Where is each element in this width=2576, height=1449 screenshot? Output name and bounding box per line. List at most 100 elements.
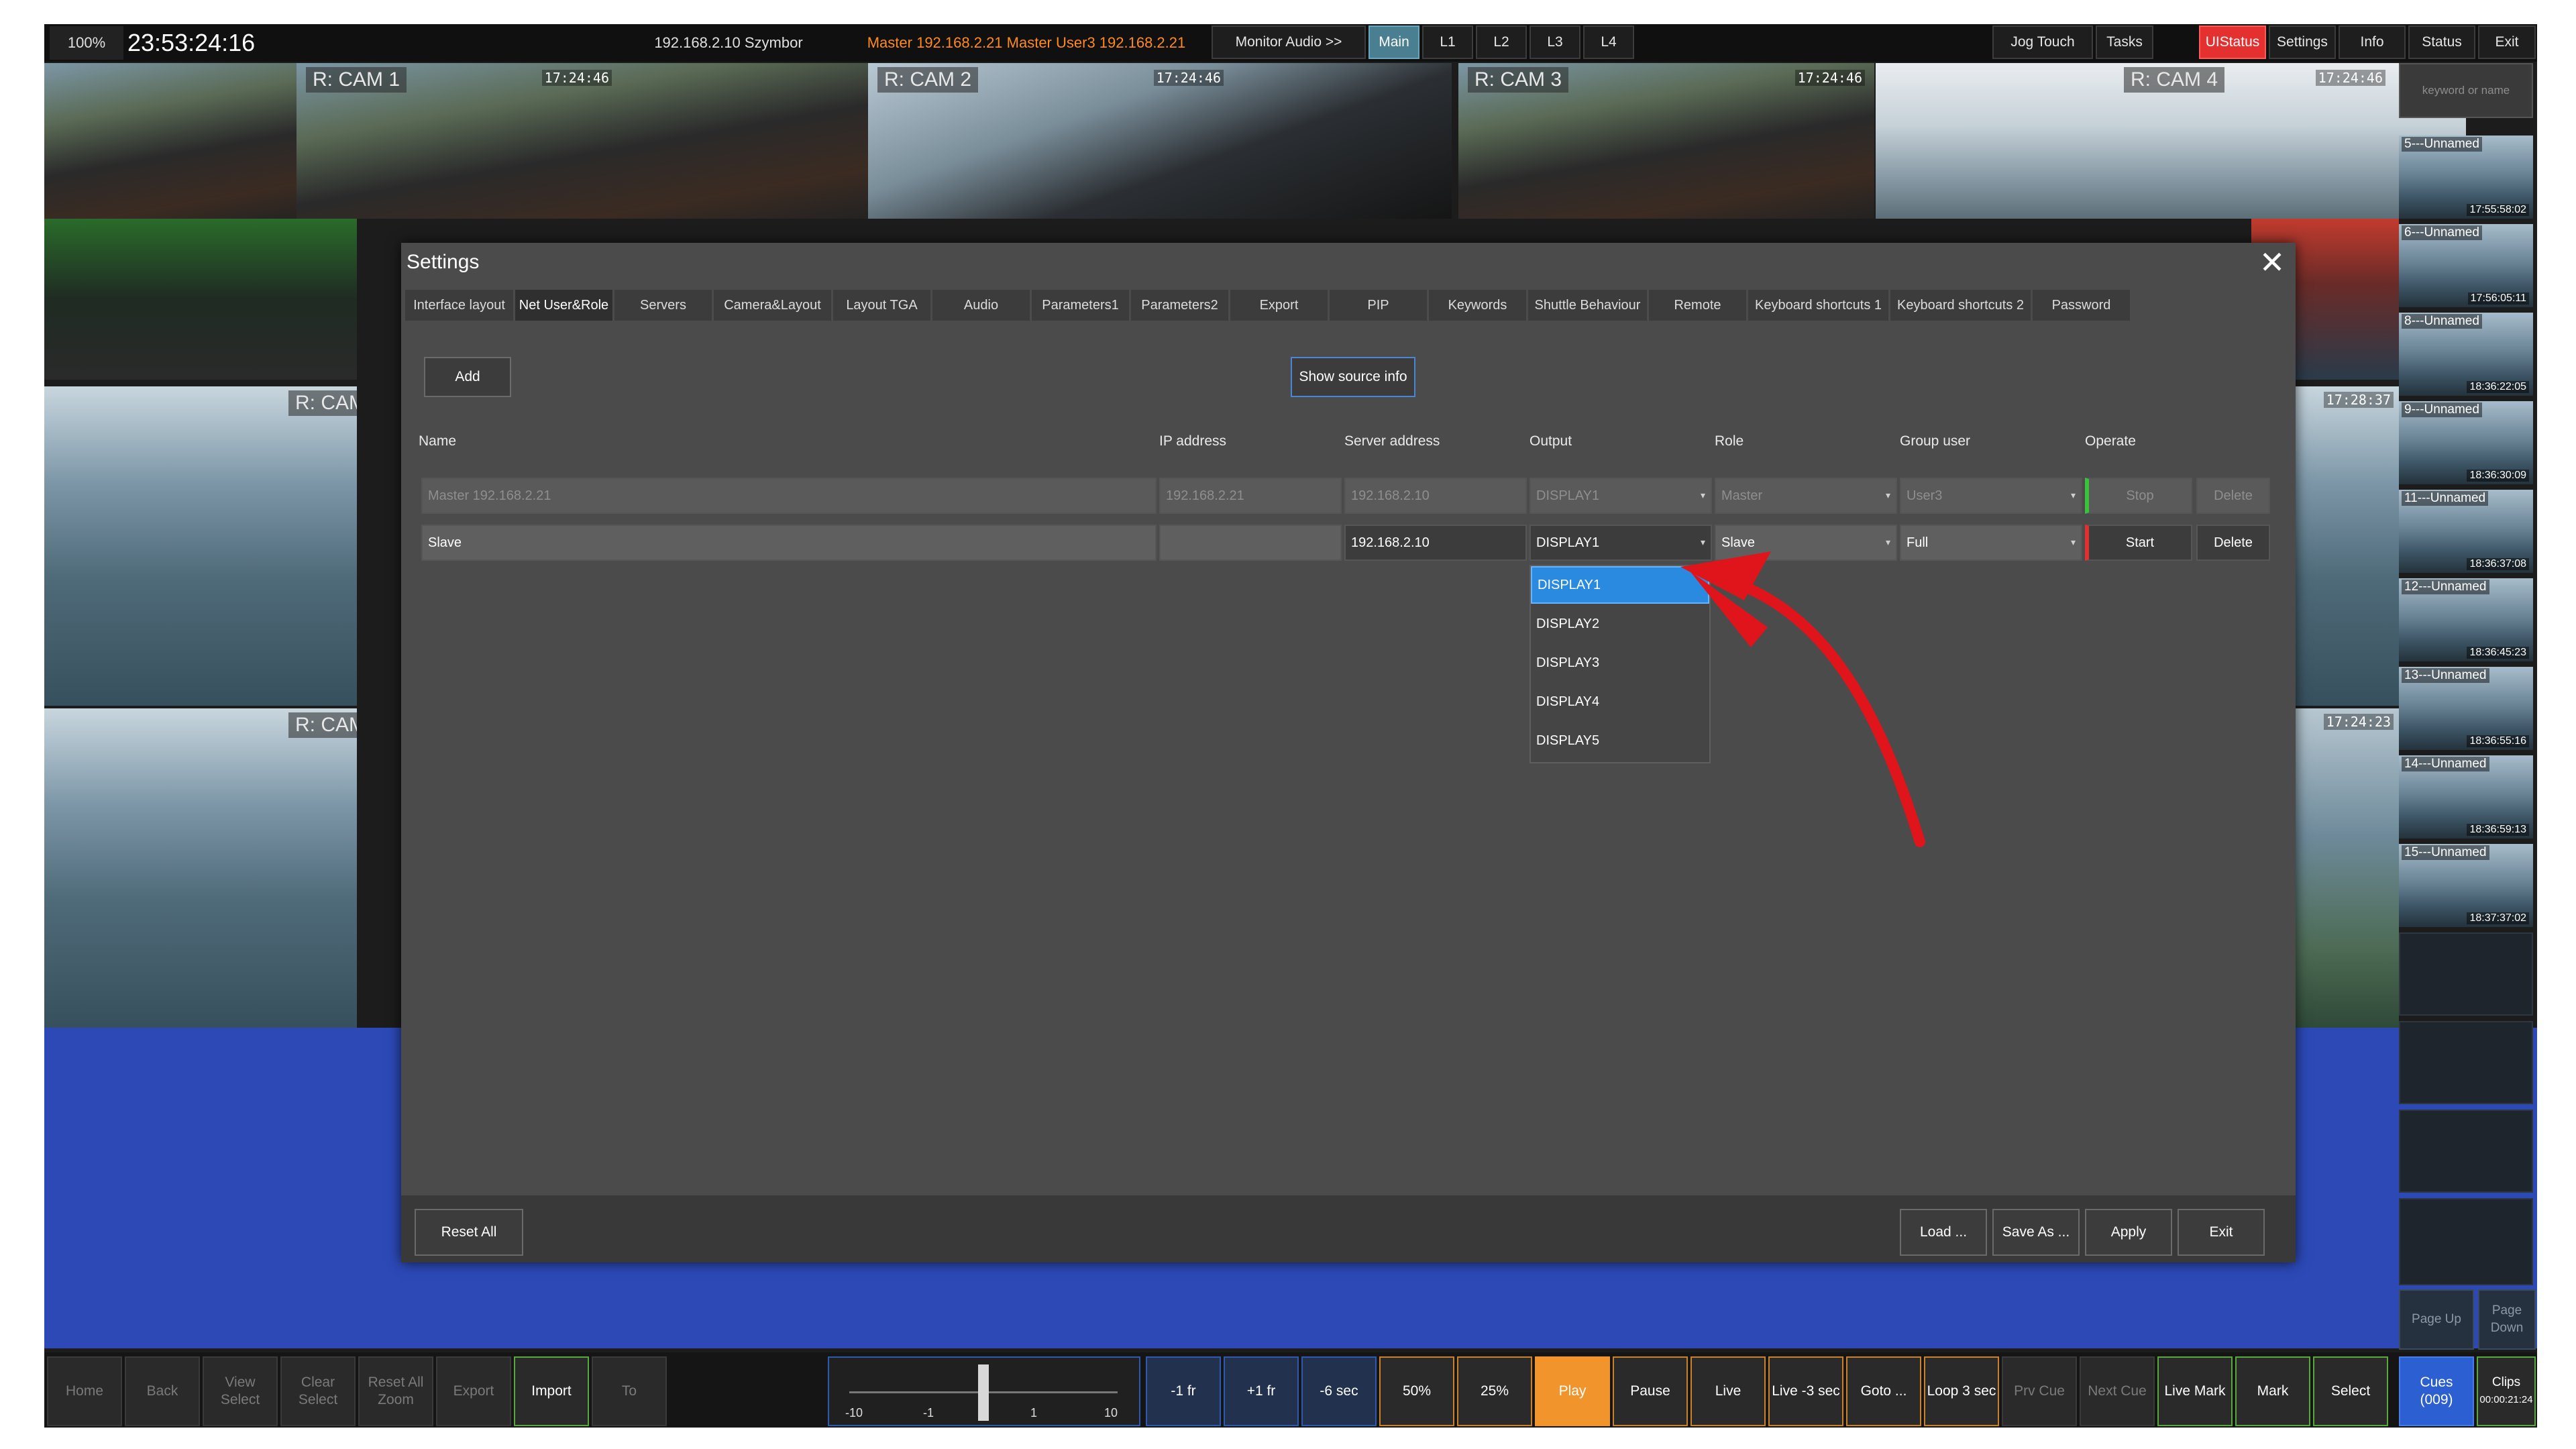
clip-slot-empty[interactable]: [2399, 1110, 2533, 1193]
back-button[interactable]: Back: [125, 1356, 200, 1426]
output-option-display4[interactable]: DISPLAY4: [1531, 683, 1709, 720]
close-icon[interactable]: ✕: [2255, 245, 2289, 280]
clip-item[interactable]: 14---Unnamed 18:36:59:13: [2399, 755, 2533, 839]
mark-button[interactable]: Mark: [2235, 1356, 2310, 1426]
loop-3-sec-button[interactable]: Loop 3 sec: [1924, 1356, 1999, 1426]
feed-left-top-extra[interactable]: [44, 63, 337, 219]
feed-cam1[interactable]: R: CAM 1 17:24:46: [297, 63, 880, 219]
clip-item[interactable]: 9---Unnamed 18:36:30:09: [2399, 401, 2533, 484]
tab-net-user-role[interactable]: Net User&Role: [515, 290, 614, 321]
tab-password[interactable]: Password: [2033, 290, 2132, 321]
clip-slot-empty[interactable]: [2399, 932, 2533, 1016]
jog-touch-button[interactable]: Jog Touch: [1992, 25, 2093, 59]
output-option-display1[interactable]: DISPLAY1: [1531, 566, 1709, 604]
feed-left-2[interactable]: R: CAM: [44, 386, 357, 706]
minus-1-frame-button[interactable]: -1 fr: [1146, 1356, 1221, 1426]
feed-cam4[interactable]: R: CAM 4 17:24:46: [1876, 63, 2466, 219]
info-button[interactable]: Info: [2339, 25, 2406, 59]
tab-interface-layout[interactable]: Interface layout: [405, 290, 515, 321]
layout-l1-button[interactable]: L1: [1422, 25, 1473, 59]
layout-l2-button[interactable]: L2: [1476, 25, 1527, 59]
tab-camera-layout[interactable]: Camera&Layout: [714, 290, 833, 321]
uistatus-button[interactable]: UIStatus: [2199, 25, 2266, 59]
export-button[interactable]: Export: [436, 1356, 511, 1426]
row-master-stop-button[interactable]: Stop: [2085, 478, 2192, 514]
live-button[interactable]: Live: [1690, 1356, 1766, 1426]
row-slave-start-button[interactable]: Start: [2085, 525, 2192, 561]
tab-pip[interactable]: PIP: [1330, 290, 1429, 321]
tab-parameters1[interactable]: Parameters1: [1032, 290, 1131, 321]
tab-keyboard-shortcuts-1[interactable]: Keyboard shortcuts 1: [1748, 290, 1890, 321]
row-slave-role-select[interactable]: Slave ▾: [1715, 525, 1897, 561]
jog-handle[interactable]: [978, 1364, 989, 1421]
speed-50-button[interactable]: 50%: [1379, 1356, 1454, 1426]
to-button[interactable]: To: [592, 1356, 667, 1426]
clip-item[interactable]: 6---Unnamed 17:56:05:11: [2399, 224, 2533, 307]
live-minus-3-sec-button[interactable]: Live -3 sec: [1768, 1356, 1843, 1426]
feed-cam2[interactable]: R: CAM 2 17:24:46: [868, 63, 1452, 219]
reset-all-zoom-button[interactable]: Reset All Zoom: [358, 1356, 433, 1426]
add-user-button[interactable]: Add: [424, 357, 511, 397]
clip-item[interactable]: 13---Unnamed 18:36:55:16: [2399, 667, 2533, 750]
apply-button[interactable]: Apply: [2085, 1209, 2172, 1256]
row-slave-delete-button[interactable]: Delete: [2196, 525, 2270, 561]
tab-keyboard-shortcuts-2[interactable]: Keyboard shortcuts 2: [1890, 290, 2033, 321]
clip-item[interactable]: 11---Unnamed 18:36:37:08: [2399, 490, 2533, 573]
cues-button[interactable]: Cues (009): [2399, 1356, 2474, 1426]
home-button[interactable]: Home: [47, 1356, 122, 1426]
status-button[interactable]: Status: [2408, 25, 2475, 59]
pause-button[interactable]: Pause: [1613, 1356, 1688, 1426]
clip-item[interactable]: 8---Unnamed 18:36:22:05: [2399, 313, 2533, 396]
main-layout-button[interactable]: Main: [1368, 25, 1419, 59]
tasks-button[interactable]: Tasks: [2096, 25, 2153, 59]
output-option-display3[interactable]: DISPLAY3: [1531, 644, 1709, 682]
clip-item[interactable]: 12---Unnamed 18:36:45:23: [2399, 578, 2533, 661]
tab-remote[interactable]: Remote: [1649, 290, 1748, 321]
clip-slot-empty[interactable]: [2399, 1198, 2533, 1285]
goto-button[interactable]: Goto ...: [1846, 1356, 1921, 1426]
monitor-audio-button[interactable]: Monitor Audio >>: [1212, 25, 1366, 59]
output-option-display5[interactable]: DISPLAY5: [1531, 722, 1709, 759]
jog-shuttle-slider[interactable]: -10 -1 1 10: [828, 1356, 1140, 1426]
row-slave-group-select[interactable]: Full ▾: [1900, 525, 2082, 561]
row-slave-server-field[interactable]: 192.168.2.10: [1344, 525, 1527, 561]
feed-left-3[interactable]: R: CAM: [44, 708, 357, 1028]
import-button[interactable]: Import: [514, 1356, 589, 1426]
clear-select-button[interactable]: Clear Select: [280, 1356, 356, 1426]
feed-cam3[interactable]: R: CAM 3 17:24:46: [1458, 63, 1874, 219]
tab-layout-tga[interactable]: Layout TGA: [833, 290, 932, 321]
show-source-info-button[interactable]: Show source info: [1291, 357, 1415, 397]
page-down-button[interactable]: Page Down: [2478, 1289, 2536, 1350]
page-up-button[interactable]: Page Up: [2399, 1289, 2474, 1350]
layout-l4-button[interactable]: L4: [1583, 25, 1634, 59]
next-cue-button[interactable]: Next Cue: [2080, 1356, 2155, 1426]
tab-keywords[interactable]: Keywords: [1429, 290, 1528, 321]
load-button[interactable]: Load ...: [1900, 1209, 1987, 1256]
tab-export[interactable]: Export: [1230, 290, 1330, 321]
row-master-delete-button[interactable]: Delete: [2196, 478, 2270, 514]
save-as-button[interactable]: Save As ...: [1992, 1209, 2080, 1256]
layout-l3-button[interactable]: L3: [1529, 25, 1580, 59]
row-slave-ip-field[interactable]: [1159, 525, 1342, 561]
plus-1-frame-button[interactable]: +1 fr: [1224, 1356, 1299, 1426]
previous-cue-button[interactable]: Prv Cue: [2002, 1356, 2077, 1426]
minus-6-sec-button[interactable]: -6 sec: [1301, 1356, 1377, 1426]
speed-25-button[interactable]: 25%: [1457, 1356, 1532, 1426]
clip-slot-empty[interactable]: [2399, 1021, 2533, 1104]
tab-servers[interactable]: Servers: [614, 290, 714, 321]
output-option-display2[interactable]: DISPLAY2: [1531, 605, 1709, 643]
play-button[interactable]: Play: [1535, 1356, 1610, 1426]
clip-search-input[interactable]: keyword or name: [2399, 63, 2533, 118]
row-slave-name-field[interactable]: Slave: [421, 525, 1157, 561]
clip-item[interactable]: 15---Unnamed 18:37:37:02: [2399, 844, 2533, 927]
feed-left-1[interactable]: [44, 219, 357, 380]
row-slave-output-select[interactable]: DISPLAY1 ▾: [1529, 525, 1712, 561]
tab-audio[interactable]: Audio: [932, 290, 1032, 321]
view-select-button[interactable]: View Select: [203, 1356, 278, 1426]
select-button[interactable]: Select: [2313, 1356, 2388, 1426]
tab-shuttle-behaviour[interactable]: Shuttle Behaviour: [1528, 290, 1649, 321]
exit-settings-button[interactable]: Exit: [2178, 1209, 2265, 1256]
clip-item[interactable]: 5---Unnamed 17:55:58:02: [2399, 136, 2533, 219]
settings-button[interactable]: Settings: [2269, 25, 2336, 59]
live-mark-button[interactable]: Live Mark: [2157, 1356, 2233, 1426]
